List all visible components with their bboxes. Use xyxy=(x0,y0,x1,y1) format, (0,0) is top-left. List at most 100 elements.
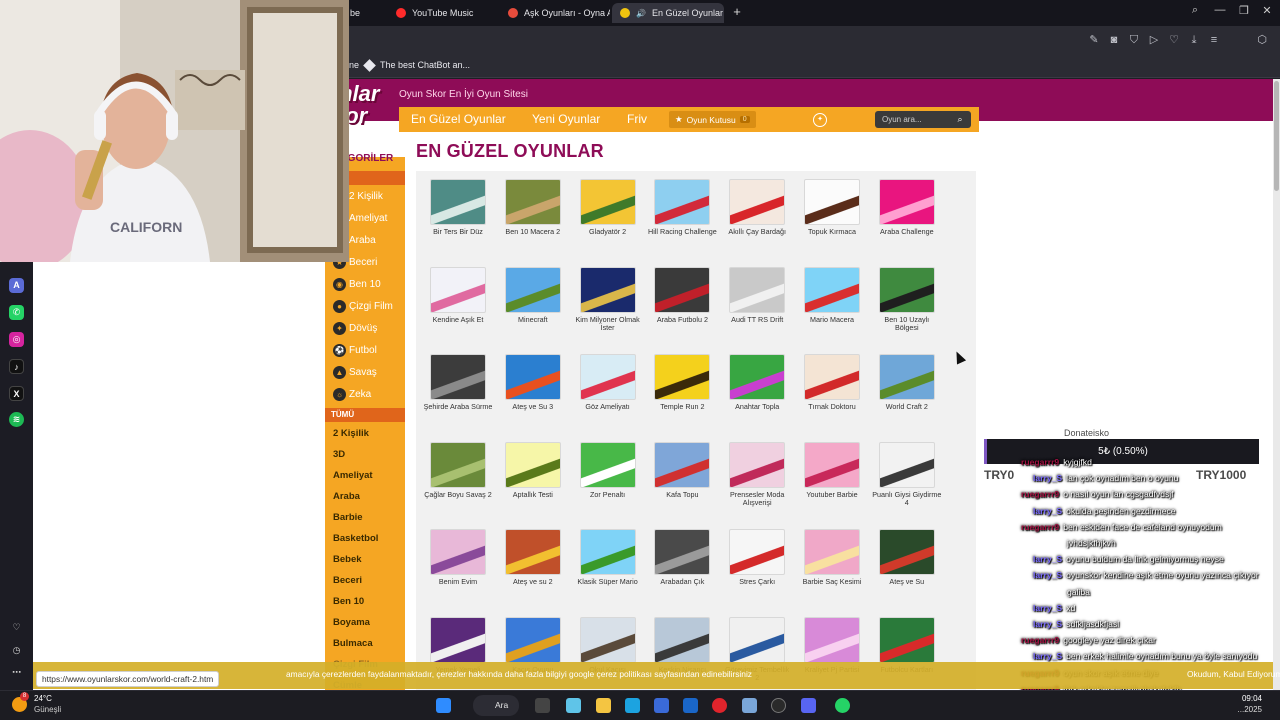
game-card[interactable]: Youtuber Barbie xyxy=(796,441,868,526)
game-card[interactable]: Ateş ve Su 3 xyxy=(497,354,569,438)
game-thumbnail[interactable] xyxy=(579,179,636,225)
game-card[interactable]: Minecraft xyxy=(497,266,569,351)
game-title[interactable]: Aptallık Testi xyxy=(497,490,569,500)
game-thumbnail[interactable] xyxy=(878,179,935,225)
file-explorer-icon[interactable] xyxy=(596,698,611,713)
instagram-icon[interactable]: ◎ xyxy=(9,332,24,347)
game-title[interactable]: Akıllı Çay Bardağı xyxy=(721,227,793,237)
game-title[interactable]: Benim Evim xyxy=(422,577,494,587)
game-card[interactable]: Ateş ve Su xyxy=(871,529,943,613)
category-item[interactable]: ● Çizgi Film xyxy=(333,297,393,315)
bookmark-chatbot[interactable]: The best ChatBot an... xyxy=(363,58,470,72)
menu-icon[interactable]: ≡ xyxy=(1207,33,1221,47)
game-title[interactable]: Göz Ameliyatı xyxy=(572,402,644,412)
game-thumbnail[interactable] xyxy=(878,266,935,313)
game-thumbnail[interactable] xyxy=(654,616,711,663)
game-title[interactable]: Kendine Aşık Et xyxy=(422,315,494,325)
shield-icon[interactable]: ⛉ xyxy=(1127,33,1141,47)
game-thumbnail[interactable] xyxy=(430,266,486,313)
game-card[interactable]: Hill Racing Challenge xyxy=(646,179,718,263)
game-card[interactable]: World Craft 2 xyxy=(871,354,943,438)
game-thumbnail[interactable] xyxy=(430,529,486,575)
game-title[interactable]: Araba Challenge xyxy=(871,227,943,237)
game-card[interactable]: Prensesler Moda Alışverişi xyxy=(721,441,793,526)
maximize-icon[interactable]: ❐ xyxy=(1235,4,1253,17)
tag-link[interactable]: Bebek xyxy=(333,554,362,565)
game-title[interactable]: Topuk Kırmaca xyxy=(796,227,868,237)
discord-icon[interactable] xyxy=(801,698,816,713)
scrollbar-thumb[interactable] xyxy=(1274,81,1279,191)
game-thumbnail[interactable] xyxy=(729,529,786,575)
tag-link[interactable]: Beceri xyxy=(333,575,362,586)
tag-link[interactable]: 3D xyxy=(333,449,345,460)
tag-link[interactable]: Ben 10 xyxy=(333,596,364,607)
game-card[interactable]: Mario Macera xyxy=(796,266,868,351)
windows-start-icon[interactable] xyxy=(436,698,451,713)
game-thumbnail[interactable] xyxy=(878,529,935,575)
game-title[interactable]: Arabadan Çık xyxy=(646,577,718,587)
heart-icon[interactable]: ♡ xyxy=(9,620,24,635)
game-card[interactable]: Araba Challenge xyxy=(871,179,943,263)
more-icon[interactable]: ⋯ xyxy=(9,665,24,680)
game-thumbnail[interactable] xyxy=(878,354,935,400)
game-thumbnail[interactable] xyxy=(579,354,636,400)
x-twitter-icon[interactable]: X xyxy=(9,386,24,401)
game-card[interactable]: Audi TT RS Drift xyxy=(721,266,793,351)
opera-icon[interactable] xyxy=(712,698,727,713)
game-thumbnail[interactable] xyxy=(504,266,561,313)
game-thumbnail[interactable] xyxy=(430,441,486,488)
whatsapp-taskbar-icon[interactable] xyxy=(835,698,850,713)
game-thumbnail[interactable] xyxy=(504,529,561,575)
game-title[interactable]: Mario Macera xyxy=(796,315,868,325)
oyun-kutusu-button[interactable]: ★ Oyun Kutusu 0 xyxy=(669,111,756,128)
tab-youtube-music[interactable]: YouTube Music xyxy=(388,3,498,23)
game-thumbnail[interactable] xyxy=(654,179,711,225)
history-icon[interactable]: ◷ xyxy=(9,643,24,658)
game-thumbnail[interactable] xyxy=(878,616,935,663)
tag-link[interactable]: Ameliyat xyxy=(333,470,373,481)
search-tabs-icon[interactable]: ⌕ xyxy=(1186,4,1204,17)
speaker-icon[interactable]: 🔊 xyxy=(636,9,646,18)
tab-ask-oyunlari[interactable]: Aşk Oyunları - Oyna Aşk O xyxy=(500,3,610,23)
game-card[interactable]: Kendine Aşık Et xyxy=(422,266,494,351)
outlook-icon[interactable] xyxy=(683,698,698,713)
whatsapp-icon[interactable]: ✆ xyxy=(9,305,24,320)
minimize-icon[interactable]: — xyxy=(1211,4,1229,16)
game-title[interactable]: Gladyatör 2 xyxy=(572,227,644,237)
game-card[interactable]: Ben 10 Macera 2 xyxy=(497,179,569,263)
search-icon[interactable]: ⌕ xyxy=(955,114,965,124)
game-card[interactable]: Topuk Kırmaca xyxy=(796,179,868,263)
game-card[interactable]: Klasik Süper Mario xyxy=(572,529,644,613)
edit-icon[interactable]: ✎ xyxy=(1087,33,1101,47)
game-thumbnail[interactable] xyxy=(729,441,786,488)
game-card[interactable]: Şehirde Araba Sürme xyxy=(422,354,494,438)
category-item[interactable]: ✦ Dövüş xyxy=(333,319,377,337)
game-thumbnail[interactable] xyxy=(804,529,860,575)
game-title[interactable]: Ben 10 Uzaylı Bölgesi xyxy=(871,315,943,333)
game-title[interactable]: Kafa Topu xyxy=(646,490,718,500)
game-title[interactable]: Ben 10 Macera 2 xyxy=(497,227,569,237)
game-thumbnail[interactable] xyxy=(654,529,711,575)
game-thumbnail[interactable] xyxy=(430,354,486,400)
store-icon[interactable] xyxy=(654,698,669,713)
game-card[interactable]: Gladyatör 2 xyxy=(572,179,644,263)
tag-link[interactable]: Basketbol xyxy=(333,533,378,544)
aria-icon[interactable]: A xyxy=(9,278,24,293)
game-card[interactable]: Anahtar Topla xyxy=(721,354,793,438)
game-thumbnail[interactable] xyxy=(504,441,561,488)
game-card[interactable]: Kim Milyoner Olmak İster xyxy=(572,266,644,351)
game-thumbnail[interactable] xyxy=(430,179,486,225)
tag-link[interactable]: Boyama xyxy=(333,617,370,628)
play-icon[interactable]: ▷ xyxy=(1147,33,1161,47)
game-thumbnail[interactable] xyxy=(804,354,860,400)
new-tab-button[interactable]: + xyxy=(729,4,745,20)
task-view-icon[interactable] xyxy=(535,698,550,713)
game-card[interactable]: Tırnak Doktoru xyxy=(796,354,868,438)
game-thumbnail[interactable] xyxy=(729,354,786,400)
game-card[interactable]: Temple Run 2 xyxy=(646,354,718,438)
game-thumbnail[interactable] xyxy=(504,179,561,225)
game-card[interactable]: Arabadan Çık xyxy=(646,529,718,613)
game-title[interactable]: Youtuber Barbie xyxy=(796,490,868,500)
bookmark-item[interactable]: ne xyxy=(349,60,359,70)
game-title[interactable]: Bir Ters Bir Düz xyxy=(422,227,494,237)
